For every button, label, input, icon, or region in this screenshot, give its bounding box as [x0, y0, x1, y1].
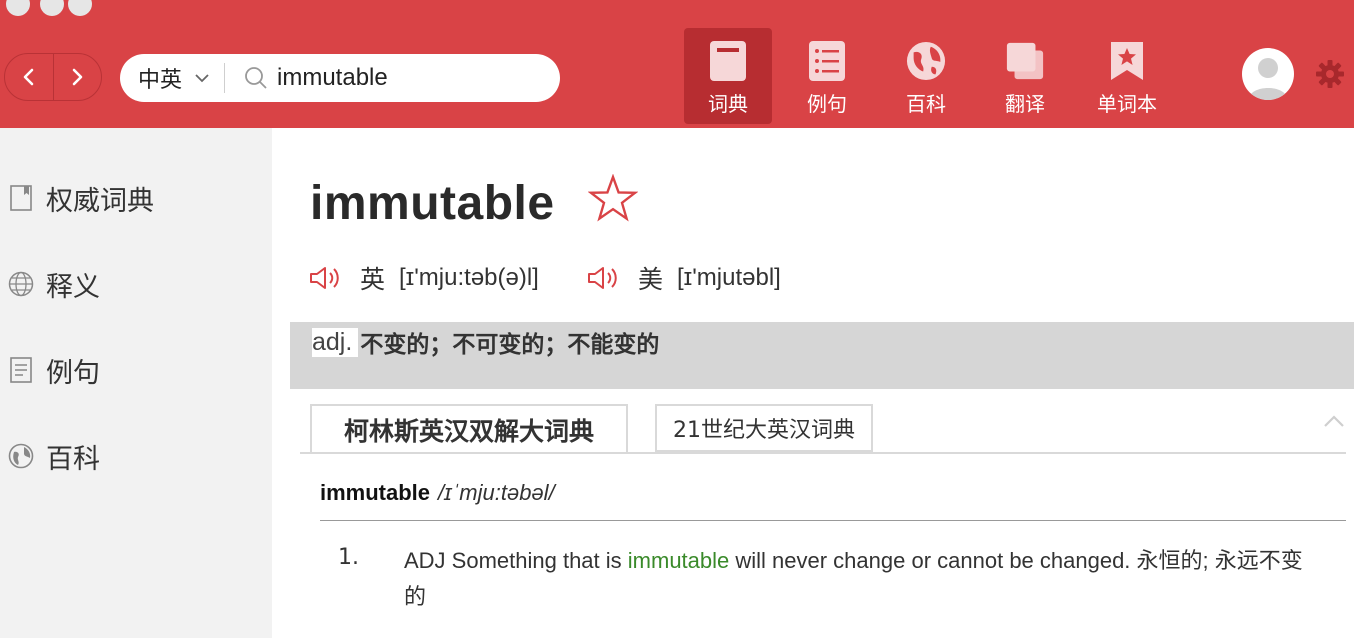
close-window-button[interactable] — [6, 0, 30, 16]
history-nav — [4, 53, 102, 101]
compass-icon — [8, 443, 34, 469]
search-divider — [224, 63, 226, 93]
toolbar: 中英 词典 例句 百科 — [0, 0, 1354, 128]
sidebar-item-label: 释义 — [46, 271, 100, 303]
divider — [300, 452, 1346, 454]
sidebar-item-examples[interactable]: 例句 — [0, 340, 272, 400]
tab-translate[interactable]: 翻译 — [981, 28, 1069, 124]
pronunciation-us: 美 [ɪ'mjutəbl] — [586, 260, 781, 296]
chevron-left-icon — [23, 68, 34, 86]
globe-icon — [8, 271, 34, 297]
star-icon[interactable] — [588, 174, 638, 224]
sidebar-item-definitions[interactable]: 释义 — [0, 254, 272, 314]
pronunciation-ipa: [ɪ'mjutəbl] — [677, 264, 781, 291]
sense-text-pre: ADJ Something that is — [404, 548, 628, 573]
bookmark-star-icon — [1107, 40, 1147, 82]
book-icon — [8, 185, 34, 211]
gear-icon — [1316, 60, 1344, 88]
sidebar-item-label: 百科 — [46, 443, 100, 475]
language-select-label: 中英 — [138, 68, 183, 93]
user-icon — [1248, 58, 1288, 100]
globe-icon — [906, 40, 946, 82]
tab-dictionary-label: 词典 — [708, 92, 748, 116]
language-select[interactable]: 中英 — [120, 54, 210, 102]
minimize-window-button[interactable] — [40, 0, 64, 16]
chevron-up-icon[interactable] — [1322, 412, 1346, 430]
entry-header: immutable /ɪˈmju:təbəl/ — [320, 480, 555, 506]
search-box: 中英 — [120, 54, 560, 102]
chevron-down-icon — [195, 74, 209, 83]
tab-collins-dictionary[interactable]: 柯林斯英汉双解大词典 — [310, 404, 628, 454]
list-icon — [807, 40, 847, 82]
pronunciation-region: 美 — [638, 265, 664, 294]
search-input[interactable] — [275, 63, 530, 93]
tab-dictionary[interactable]: 词典 — [684, 28, 772, 124]
translate-icon — [1005, 40, 1045, 82]
forward-button[interactable] — [52, 54, 102, 100]
tab-examples-label: 例句 — [807, 92, 847, 116]
tab-encyclopedia-label: 百科 — [906, 92, 946, 116]
zoom-window-button[interactable] — [68, 0, 92, 16]
speaker-icon[interactable] — [308, 265, 342, 291]
divider — [320, 520, 1346, 521]
tab-translate-label: 翻译 — [1005, 92, 1045, 116]
tab-wordbook[interactable]: 单词本 — [1083, 28, 1171, 124]
chevron-right-icon — [72, 68, 83, 86]
speaker-icon[interactable] — [586, 265, 620, 291]
part-of-speech: adj. — [312, 327, 359, 357]
sidebar: 权威词典 释义 例句 百科 — [0, 128, 272, 638]
sidebar-item-authoritative-dictionaries[interactable]: 权威词典 — [0, 168, 272, 228]
sense-keyword-link[interactable]: immutable — [628, 548, 729, 573]
headword: immutable — [310, 177, 555, 230]
settings-button[interactable] — [1314, 58, 1346, 90]
avatar[interactable] — [1242, 48, 1294, 100]
sense-definition: ADJ Something that is immutable will nev… — [404, 543, 1304, 615]
tab-wordbook-label: 单词本 — [1097, 92, 1157, 116]
dictionary-icon — [708, 40, 748, 82]
back-button[interactable] — [5, 54, 53, 100]
basic-definition: adj. 不变的；不可变的；不能变的 — [312, 325, 659, 359]
tab-encyclopedia[interactable]: 百科 — [882, 28, 970, 124]
entry-word: immutable — [320, 480, 431, 505]
sidebar-item-label: 权威词典 — [46, 185, 154, 217]
search-icon — [245, 67, 267, 89]
pronunciation-ipa: [ɪ'mju:təb(ə)l] — [399, 264, 539, 291]
pronunciation-uk: 英 [ɪ'mju:təb(ə)l] — [308, 260, 539, 296]
sense-number: 1. — [338, 545, 359, 570]
sidebar-item-encyclopedia[interactable]: 百科 — [0, 426, 272, 486]
sidebar-item-label: 例句 — [46, 357, 100, 389]
entry-ipa: /ɪˈmju:təbəl/ — [438, 480, 555, 505]
document-icon — [8, 357, 34, 383]
tab-21st-century-dictionary[interactable]: 21世纪大英汉词典 — [655, 404, 873, 452]
pronunciation-region: 英 — [360, 265, 386, 294]
definition-text: 不变的；不可变的；不能变的 — [360, 332, 660, 358]
tab-examples[interactable]: 例句 — [783, 28, 871, 124]
